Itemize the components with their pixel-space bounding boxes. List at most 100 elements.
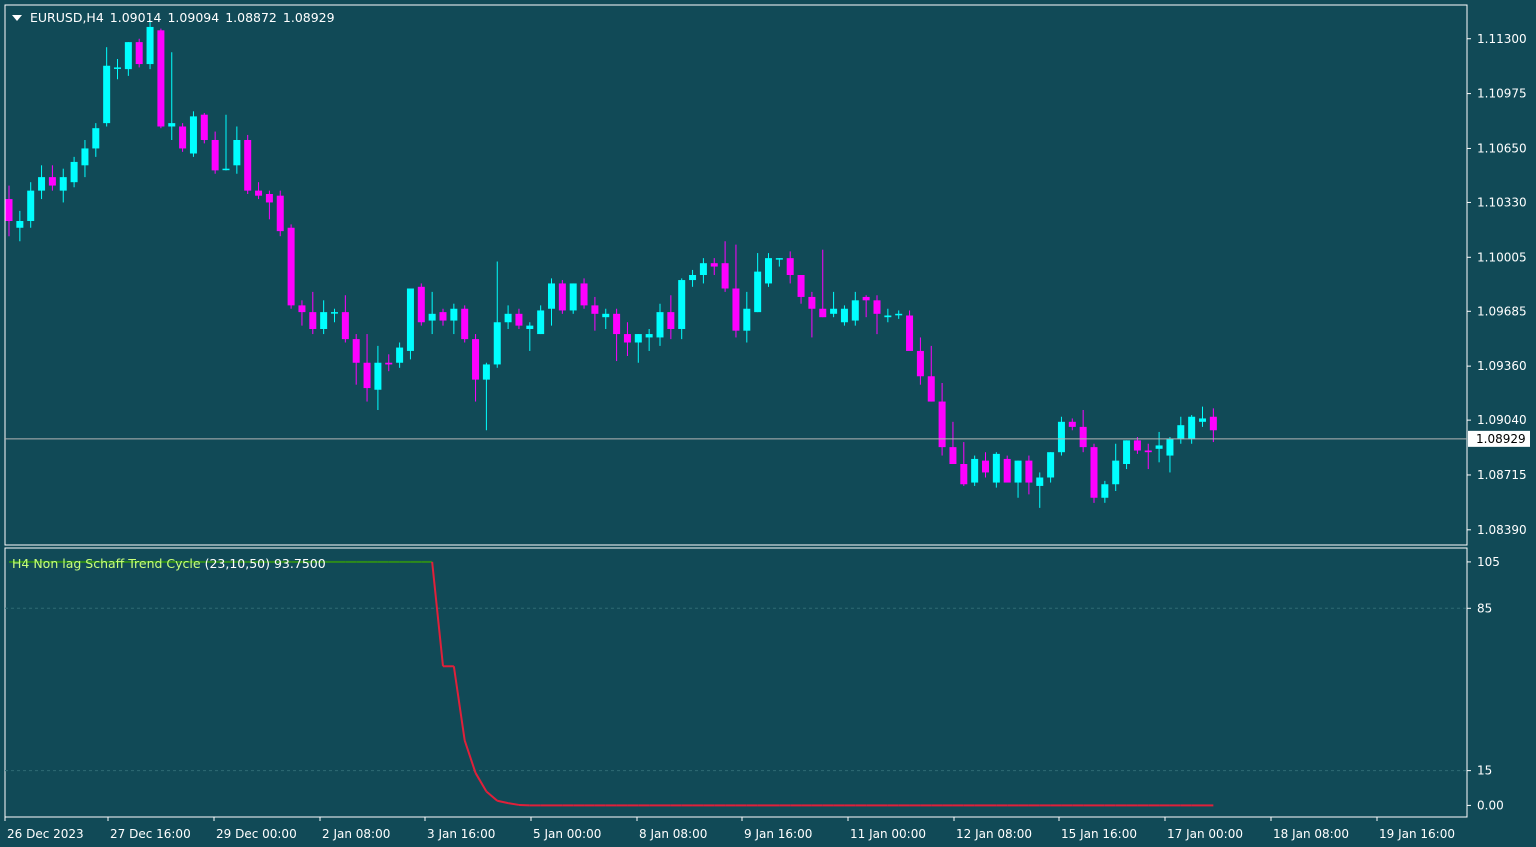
stc-segment [476, 773, 487, 792]
candle-body [71, 162, 78, 182]
candle-body [190, 116, 197, 153]
candle-body [602, 314, 609, 317]
candle-body [667, 312, 674, 329]
price-axis-label: 1.10975 [1477, 87, 1527, 101]
price-axis-label: 1.11300 [1477, 32, 1527, 46]
candle-body [114, 67, 121, 69]
candle-body [255, 191, 262, 196]
candle-body [993, 454, 1000, 483]
candle-body [1091, 447, 1098, 498]
candle-body [60, 177, 67, 191]
candle-body [1025, 461, 1032, 483]
indicator-params: (23,10,50) [205, 556, 270, 571]
candle-body [168, 123, 175, 126]
indicator-panel-frame [5, 548, 1467, 817]
x-axis-label: 18 Jan 08:00 [1273, 827, 1349, 841]
candle-body [711, 263, 718, 266]
candle-body [1199, 418, 1206, 421]
candle-body [754, 272, 761, 313]
x-axis-label: 9 Jan 16:00 [744, 827, 812, 841]
stc-segment [486, 791, 497, 800]
x-axis-label: 19 Jan 16:00 [1379, 827, 1455, 841]
candle-body [852, 300, 859, 320]
candle-body [418, 287, 425, 322]
candle-body [494, 322, 501, 364]
candle-body [971, 459, 978, 483]
candle-body [689, 275, 696, 280]
price-axis-label: 1.09685 [1477, 304, 1527, 318]
candle-body [678, 280, 685, 329]
candle-body [646, 334, 653, 337]
candle-body [331, 312, 338, 314]
candle-body [1047, 452, 1054, 477]
ohlc-open: 1.09014 [110, 10, 162, 25]
candle-body [732, 289, 739, 331]
candle-body [743, 309, 750, 331]
candle-body [16, 221, 23, 228]
candle-body [548, 283, 555, 308]
x-axis-label: 26 Dec 2023 [7, 827, 84, 841]
candle-body [581, 283, 588, 305]
candle-body [147, 27, 154, 64]
indicator-axis-label: 0.00 [1477, 798, 1504, 812]
dropdown-triangle-icon[interactable] [12, 15, 22, 21]
stc-segment [508, 803, 519, 805]
candle-body [288, 228, 295, 306]
candle-body [960, 464, 967, 484]
stc-segment [497, 801, 508, 803]
candle-body [1015, 461, 1022, 483]
candle-body [223, 169, 230, 171]
candle-body [49, 177, 56, 185]
candle-body [787, 258, 794, 275]
candle-body [244, 140, 251, 191]
candle-body [212, 140, 219, 170]
candle-body [1188, 417, 1195, 439]
candle-body [841, 309, 848, 323]
candle-body [298, 305, 305, 312]
candle-body [1058, 422, 1065, 452]
candle-body [309, 312, 316, 329]
candle-body [136, 42, 143, 64]
x-axis-label: 15 Jan 16:00 [1061, 827, 1137, 841]
candle-body [157, 30, 164, 126]
candle-body [179, 127, 186, 149]
candle-body [765, 258, 772, 283]
stc-segment [454, 666, 465, 740]
candle-body [559, 283, 566, 310]
price-axis-label: 1.10005 [1477, 250, 1527, 264]
candle-body [6, 199, 13, 221]
candle-body [613, 314, 620, 334]
candle-body [526, 326, 533, 329]
price-axis-label: 1.08390 [1477, 523, 1527, 537]
candle-body [1210, 417, 1217, 431]
price-axis-label: 1.08715 [1477, 468, 1527, 482]
symbol-timeframe: EURUSD,H4 [30, 10, 104, 25]
candle-body [1134, 440, 1141, 450]
x-axis-label: 12 Jan 08:00 [956, 827, 1032, 841]
candle-body [233, 140, 240, 165]
ohlc-low: 1.08872 [225, 10, 277, 25]
candle-body [1036, 478, 1043, 486]
candle-body [1004, 459, 1011, 483]
indicator-axis-label: 15 [1477, 764, 1492, 778]
candle-body [722, 263, 729, 288]
candle-body [450, 309, 457, 321]
candle-body [657, 312, 664, 337]
indicator-axis-label: 85 [1477, 601, 1492, 615]
candle-body [1156, 445, 1163, 448]
candle-body [776, 258, 783, 260]
candle-body [537, 310, 544, 334]
candle-body [591, 305, 598, 313]
candle-body [1069, 422, 1076, 427]
candle-body [949, 447, 956, 464]
candle-body [1123, 440, 1130, 464]
candle-body [895, 314, 902, 316]
x-axis-label: 11 Jan 00:00 [850, 827, 926, 841]
candle-body [266, 194, 273, 202]
candle-body [440, 312, 447, 320]
candle-body [125, 42, 132, 69]
candle-body [1112, 461, 1119, 485]
indicator-name: H4 Non lag Schaff Trend Cycle [12, 556, 201, 571]
candle-body [570, 283, 577, 310]
candle-body [884, 316, 891, 318]
